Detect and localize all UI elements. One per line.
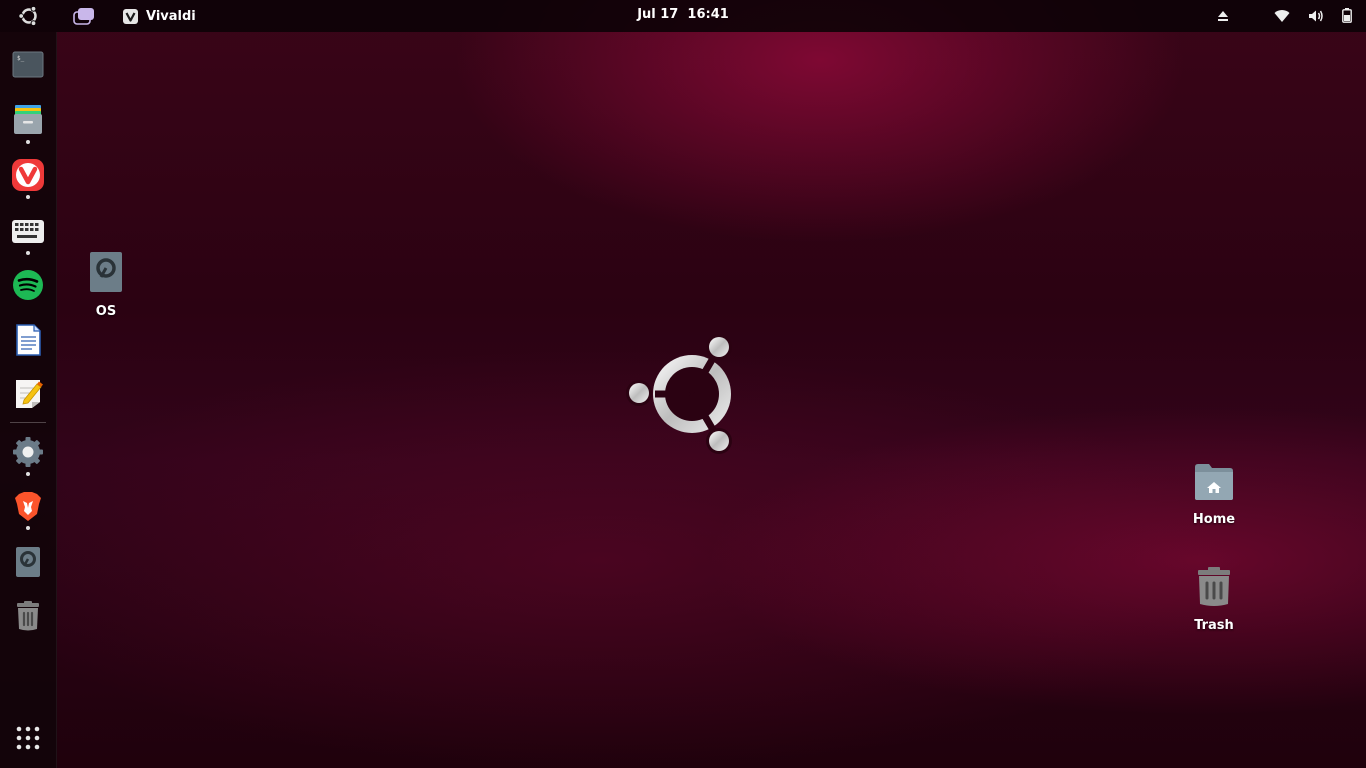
desktop-trash-label: Trash (1194, 618, 1234, 633)
wifi-icon[interactable] (1274, 9, 1290, 27)
keyboard-icon[interactable] (10, 213, 46, 249)
settings-icon[interactable] (10, 434, 46, 470)
desktop-home-label: Home (1192, 512, 1236, 527)
top-bar: Vivaldi Jul 17 16:41 (0, 0, 1366, 32)
trash-icon (1193, 566, 1235, 612)
running-indicator (26, 526, 30, 530)
dock: $_ (0, 32, 57, 768)
home-folder-icon (1193, 462, 1235, 506)
running-indicator (26, 140, 30, 144)
app-menu-label: Vivaldi (146, 8, 196, 24)
desktop-os-drive[interactable]: OS (66, 250, 146, 319)
volume-icon[interactable] (1308, 9, 1324, 27)
disk-drive-icon[interactable] (10, 544, 46, 580)
files-icon[interactable] (10, 102, 46, 138)
vivaldi-icon[interactable] (10, 157, 46, 193)
spotify-icon[interactable] (10, 267, 46, 303)
trash-dock-icon[interactable] (10, 598, 46, 634)
desktop-os-label: OS (95, 304, 117, 319)
desktop-trash[interactable]: Trash (1174, 566, 1254, 633)
workspace-indicator-icon[interactable] (72, 6, 96, 26)
desktop-home-folder[interactable]: Home (1174, 462, 1254, 527)
system-tray[interactable] (1216, 8, 1352, 27)
vivaldi-small-icon (123, 8, 138, 24)
app-menu[interactable]: Vivaldi (123, 7, 196, 25)
dock-separator (10, 422, 46, 423)
libreoffice-writer-icon[interactable] (10, 322, 46, 358)
ubuntu-activities-icon[interactable] (17, 5, 41, 27)
running-indicator (26, 472, 30, 476)
brave-icon[interactable] (10, 489, 46, 525)
running-indicator (26, 251, 30, 255)
eject-icon[interactable] (1216, 9, 1230, 27)
disk-drive-icon (86, 250, 126, 298)
svg-text:$_: $_ (17, 55, 25, 62)
show-applications-icon[interactable] (10, 720, 46, 756)
battery-icon[interactable] (1342, 8, 1352, 27)
ubuntu-logo (624, 334, 744, 454)
clock[interactable]: Jul 17 16:41 (637, 7, 729, 22)
running-indicator (26, 195, 30, 199)
text-editor-icon[interactable] (10, 376, 46, 412)
terminal-icon[interactable]: $_ (10, 46, 46, 82)
